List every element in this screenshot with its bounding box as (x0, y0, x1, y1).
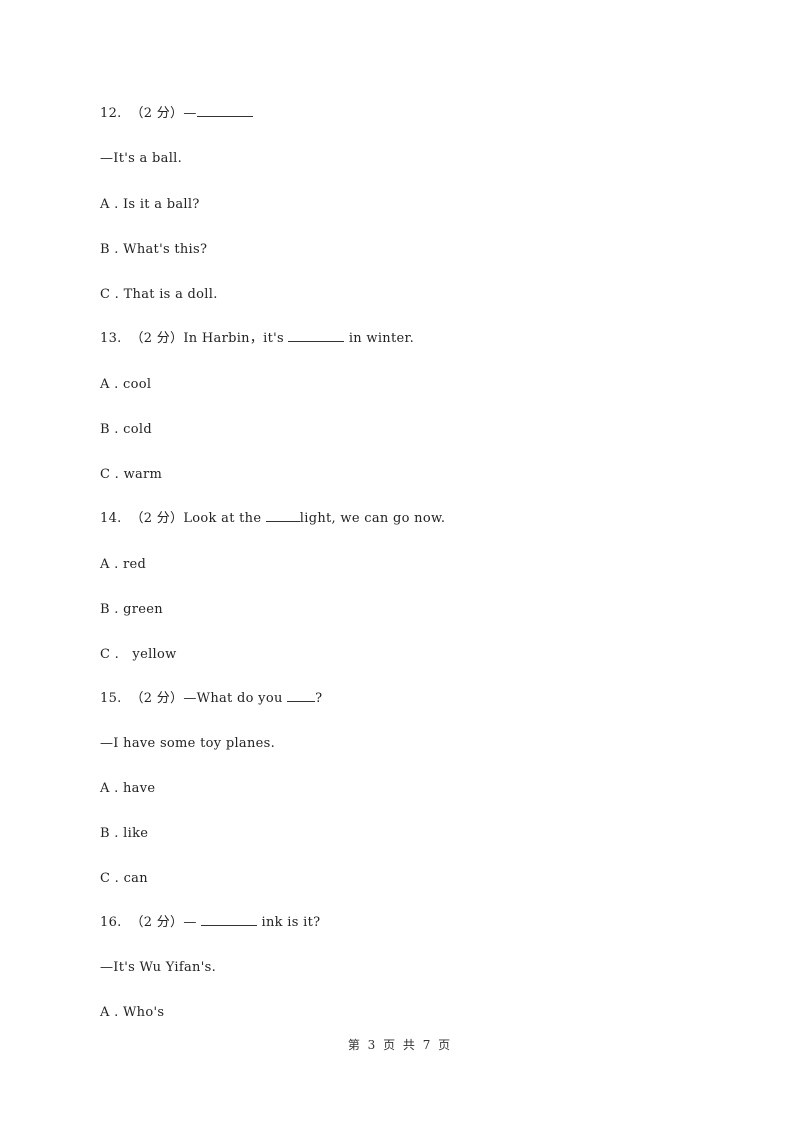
question-13-stem: 13. （2 分）In Harbin，it's in winter. (100, 330, 414, 347)
option-text: have (123, 781, 156, 796)
answer-blank (288, 330, 345, 342)
option-text: yellow (123, 647, 177, 662)
question-12-follow: —It's a ball. (100, 151, 183, 166)
question-stem-text: —What do you (183, 691, 288, 706)
option-letter: A . (100, 1005, 119, 1020)
option-letter: C . (100, 647, 120, 662)
option-letter: B . (100, 826, 119, 841)
question-15-option-c: C . can (100, 871, 148, 887)
question-16-follow: —It's Wu Yifan's. (100, 960, 216, 975)
option-text: warm (123, 467, 163, 482)
question-16-option-a: A . Who's (100, 1005, 164, 1021)
option-letter: A . (100, 377, 119, 392)
question-13-option-b: B . cold (100, 422, 152, 438)
question-score: （2 分） (130, 511, 184, 526)
question-stem-text: light, we can go now. (299, 511, 446, 526)
option-text: red (123, 557, 147, 572)
question-stem-text: — (183, 915, 202, 930)
option-text: green (123, 602, 163, 617)
question-stem-text: Look at the (183, 511, 266, 526)
option-letter: A . (100, 197, 119, 212)
question-15-option-a: A . have (100, 781, 155, 797)
question-14-option-a: A . red (100, 557, 146, 573)
option-letter: C . (100, 467, 120, 482)
question-14-option-b: B . green (100, 602, 163, 618)
question-16-stem: 16. （2 分）— ink is it? (100, 914, 320, 931)
question-number: 15. (100, 691, 122, 706)
question-number: 13. (100, 331, 122, 346)
question-12-option-a: A . Is it a ball? (100, 197, 200, 213)
option-letter: A . (100, 557, 119, 572)
question-number: 12. (100, 106, 122, 121)
question-score: （2 分） (130, 106, 184, 121)
option-text: What's this? (123, 242, 208, 257)
option-letter: B . (100, 422, 119, 437)
question-score: （2 分） (130, 915, 184, 930)
option-letter: C . (100, 287, 120, 302)
question-number: 14. (100, 511, 122, 526)
question-score: （2 分） (130, 331, 184, 346)
page-number-footer: 第 3 页 共 7 页 (347, 1038, 453, 1052)
question-15-option-b: B . like (100, 826, 148, 842)
option-text: Is it a ball? (123, 197, 200, 212)
option-text: can (123, 871, 148, 886)
option-text: Who's (123, 1005, 165, 1020)
question-stem-text: — (183, 106, 197, 121)
option-letter: A . (100, 781, 119, 796)
option-letter: B . (100, 242, 119, 257)
question-stem-text: In Harbin，it's (183, 331, 289, 346)
option-letter: C . (100, 871, 120, 886)
question-14-stem: 14. （2 分）Look at the light, we can go no… (100, 510, 445, 527)
option-text: like (123, 826, 149, 841)
answer-blank (196, 105, 253, 117)
question-13-option-a: A . cool (100, 377, 151, 393)
question-stem-text: ink is it? (257, 915, 321, 930)
question-15-stem: 15. （2 分）—What do you ? (100, 690, 322, 707)
question-stem-text: in winter. (344, 331, 415, 346)
question-14-option-c: C . yellow (100, 647, 177, 663)
option-text: cold (123, 422, 152, 437)
question-15-follow: —I have some toy planes. (100, 736, 276, 751)
question-number: 16. (100, 915, 122, 930)
answer-blank (287, 690, 316, 702)
question-score: （2 分） (130, 691, 184, 706)
question-stem-text: ? (315, 691, 323, 706)
option-text: That is a doll. (123, 287, 218, 302)
question-12-stem: 12. （2 分）— (100, 105, 253, 122)
option-text: cool (123, 377, 152, 392)
question-12-option-b: B . What's this? (100, 242, 207, 258)
answer-blank (265, 510, 300, 522)
answer-blank (201, 914, 258, 926)
question-12-option-c: C . That is a doll. (100, 287, 218, 303)
option-letter: B . (100, 602, 119, 617)
question-13-option-c: C . warm (100, 467, 162, 483)
